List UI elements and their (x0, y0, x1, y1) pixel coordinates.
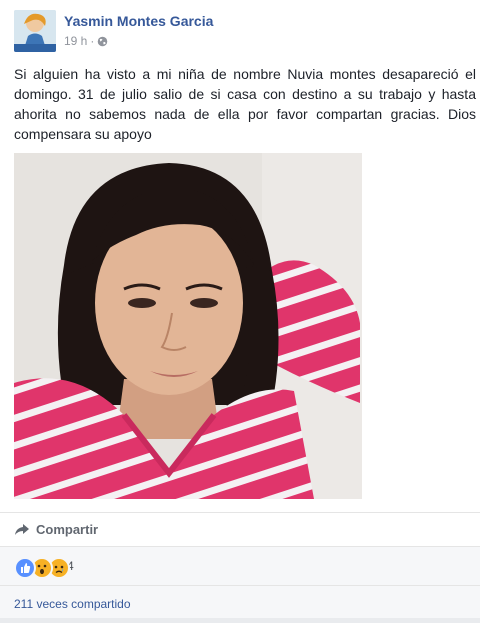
share-label: Compartir (36, 522, 99, 537)
author-name[interactable]: Yasmin Montes Garcia (64, 13, 213, 29)
author-avatar[interactable] (14, 10, 56, 52)
avatar-image (14, 10, 56, 52)
share-row: Compartir (0, 512, 480, 547)
share-button[interactable]: Compartir (14, 522, 98, 537)
reactions-row: 4 (0, 546, 480, 585)
post-header: Yasmin Montes Garcia 19 h · (14, 10, 474, 52)
photo-image (14, 153, 362, 499)
post-photo[interactable] (14, 153, 362, 499)
like-icon (14, 557, 36, 579)
post-text: Si alguien ha visto a mi niña de nombre … (14, 66, 476, 142)
reaction-icons[interactable] (14, 557, 70, 579)
post-timestamp[interactable]: 19 h (64, 34, 87, 48)
share-count-link[interactable]: 211 veces compartido (14, 597, 131, 611)
post-card: Yasmin Montes Garcia 19 h · Si alguien h… (0, 0, 480, 618)
meta-separator: · (90, 34, 95, 48)
globe-icon[interactable] (97, 36, 108, 47)
post-meta: 19 h · (64, 34, 108, 48)
shares-row: 211 veces compartido (0, 585, 480, 618)
share-arrow-icon (15, 523, 29, 535)
